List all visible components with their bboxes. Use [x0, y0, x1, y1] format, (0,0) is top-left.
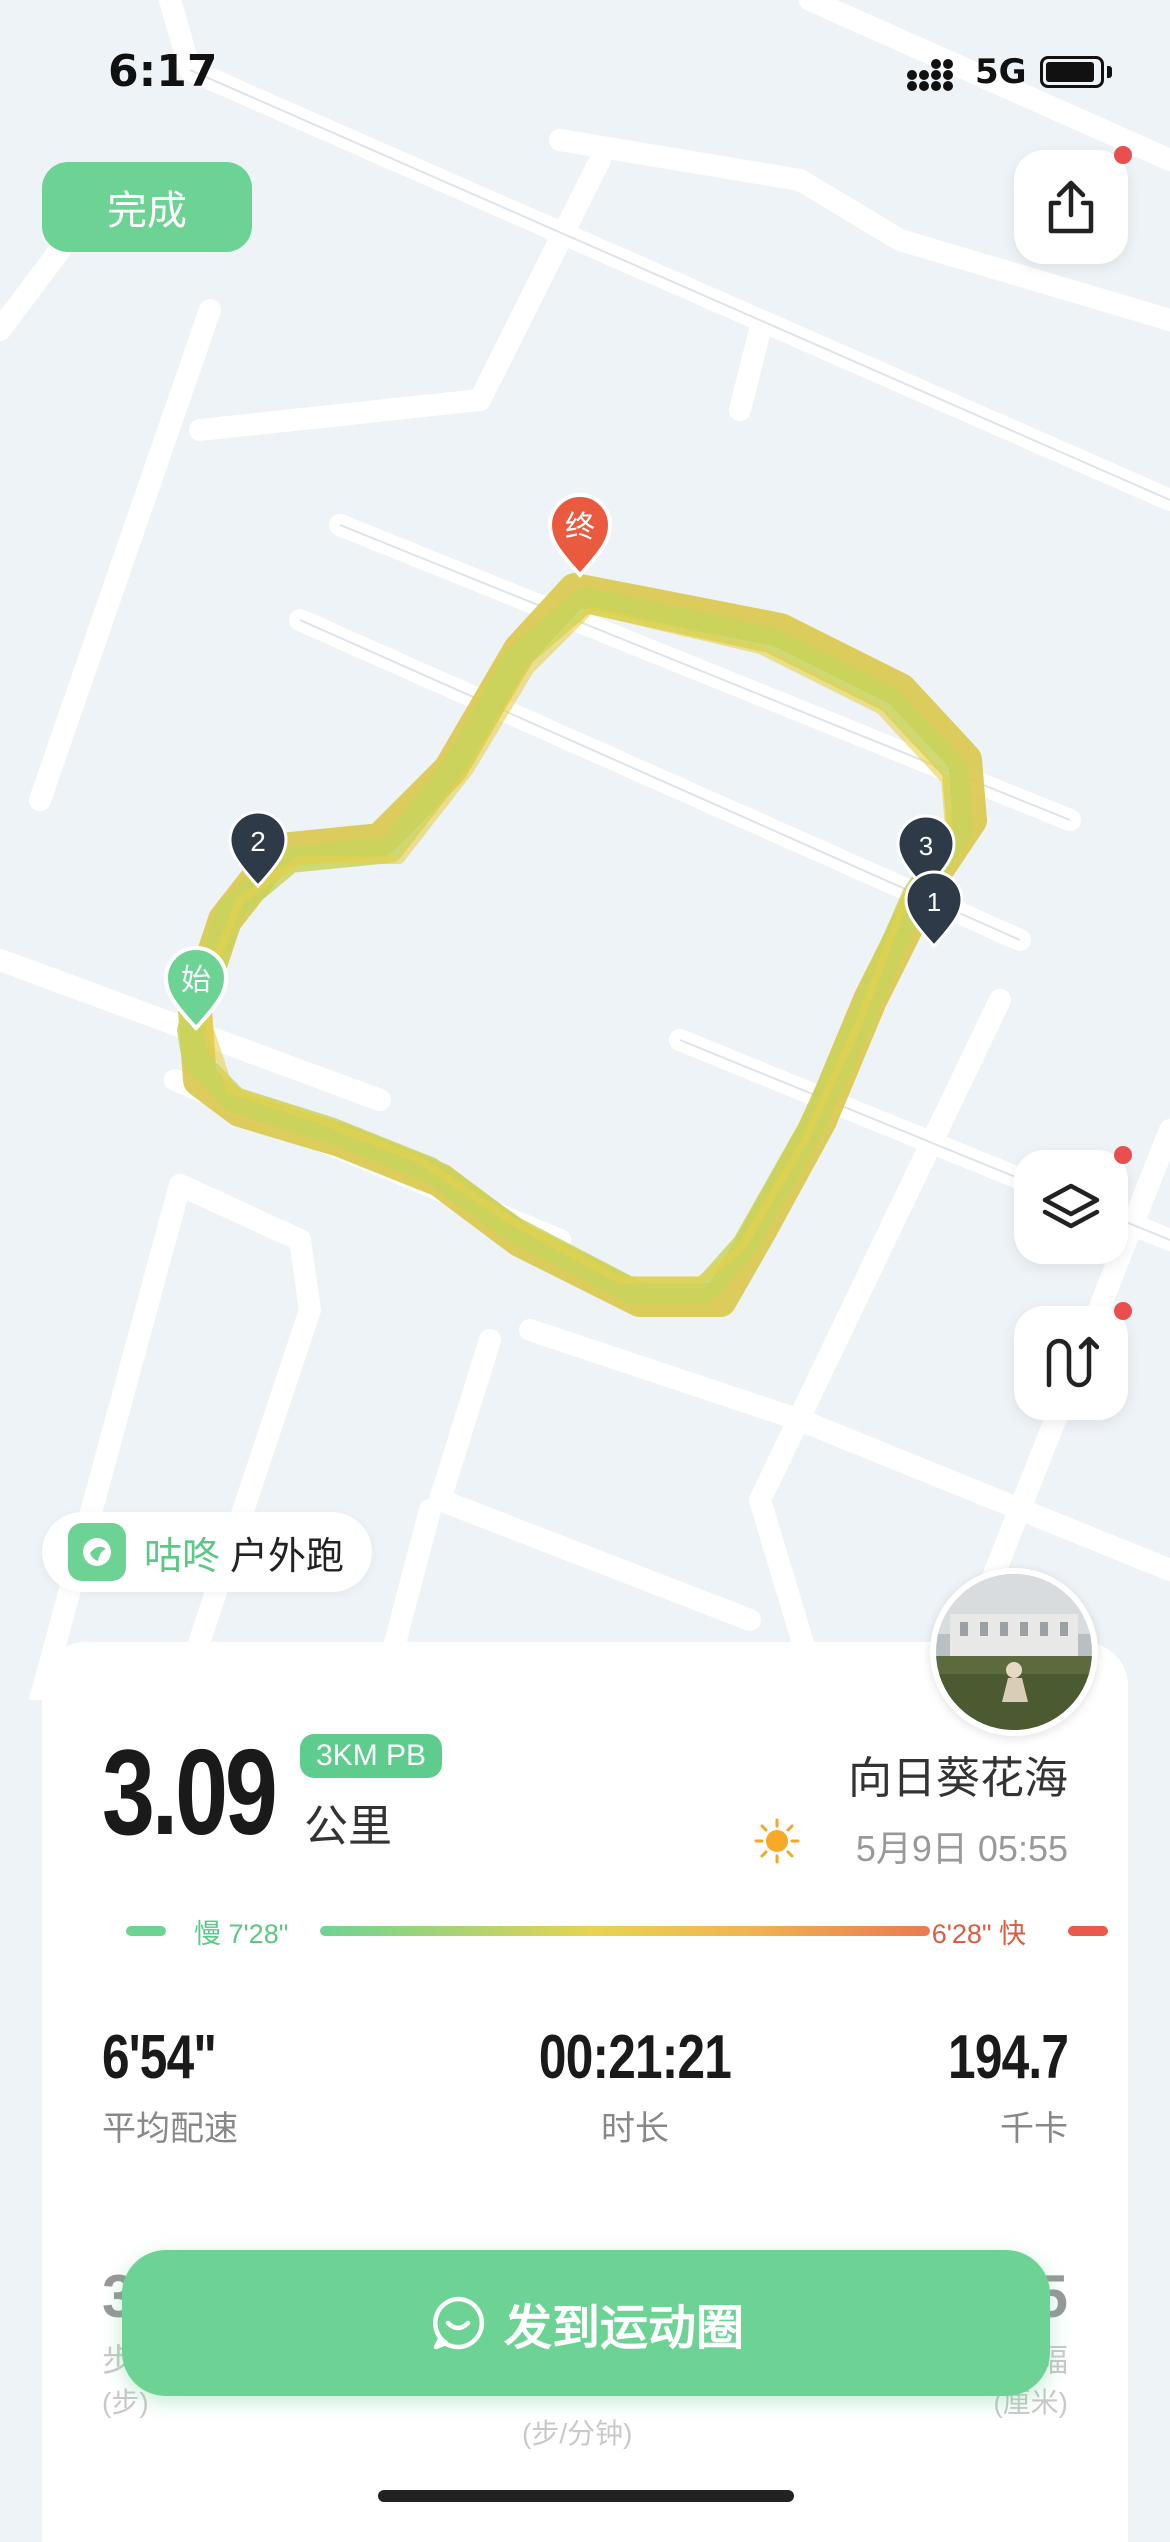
stat-label: 时长 — [601, 2109, 669, 2149]
stat-value: 194.7 — [947, 2023, 1069, 2092]
post-button-label: 发到运动圈 — [503, 2300, 744, 2356]
notification-dot — [1114, 1302, 1132, 1320]
activity-datetime: 5月9日 05:55 — [855, 1828, 1068, 1869]
stat-cadence-unit: (步/分钟) — [522, 2418, 633, 2449]
stat-value: 00:21:21 — [538, 2023, 732, 2092]
share-icon — [1048, 180, 1094, 234]
stat-avg-pace: 6'54" 平均配速 — [102, 2022, 245, 2150]
layers-icon — [1042, 1183, 1100, 1229]
signal-icon — [907, 59, 953, 91]
map-layers-button[interactable] — [1014, 1146, 1132, 1264]
app-logo-icon — [68, 1523, 126, 1581]
start-label: 始 — [181, 963, 211, 998]
status-time: 6:17 — [108, 46, 218, 97]
avatar-photo — [936, 1574, 1092, 1730]
share-button[interactable] — [1014, 146, 1132, 264]
chat-bubble-icon — [432, 2296, 485, 2350]
svg-text:1: 1 — [927, 887, 941, 917]
pb-badge: 3KM PB — [300, 1734, 443, 1778]
pace-slow-label: 慢 7'28" — [194, 1919, 289, 1949]
route-replay-button[interactable] — [1014, 1302, 1132, 1420]
done-button[interactable]: 完成 — [42, 162, 252, 252]
distance-unit: 公里 — [304, 1801, 392, 1852]
summary-card: 3.09 3KM PB 公里 向日葵花海 5月9日 05:55 慢 7'28" … — [42, 1642, 1128, 2542]
svg-text:2: 2 — [250, 826, 266, 857]
app-brand-pill: 咕咚 户外跑 — [42, 1512, 373, 1592]
avatar[interactable] — [930, 1568, 1098, 1736]
home-indicator[interactable] — [378, 2490, 794, 2502]
activity-type: 户外跑 — [230, 1533, 345, 1578]
route-name: 向日葵花海 — [848, 1753, 1068, 1804]
end-label: 终 — [565, 510, 595, 545]
stat-label: 平均配速 — [102, 2109, 238, 2149]
svg-text:3: 3 — [919, 831, 933, 861]
pace-fast-label: 6'28" 快 — [931, 1919, 1026, 1949]
status-bar: 6:17 5G — [0, 0, 1170, 150]
stat-label: 千卡 — [1000, 2109, 1068, 2149]
sun-icon — [754, 1818, 800, 1864]
notification-dot — [1114, 1146, 1132, 1164]
stat-duration: 00:21:21 时长 — [485, 2022, 785, 2150]
stat-calories: 194.7 千卡 — [918, 2022, 1069, 2150]
route-map[interactable]: 始 终 2 3 1 — [0, 0, 1170, 1700]
brand-name: 咕咚 — [144, 1533, 221, 1578]
route-icon — [1046, 1336, 1099, 1388]
notification-dot — [1114, 146, 1132, 164]
network-label: 5G — [975, 52, 1027, 92]
stat-value: 6'54" — [102, 2023, 217, 2092]
pace-legend: 慢 7'28" 6'28" 快 — [84, 1912, 1108, 1952]
pace-gradient — [320, 1926, 930, 1936]
post-to-feed-button[interactable]: 发到运动圈 — [122, 2250, 1050, 2396]
distance-value: 3.09 — [102, 1724, 278, 1860]
battery-icon — [1040, 56, 1104, 88]
